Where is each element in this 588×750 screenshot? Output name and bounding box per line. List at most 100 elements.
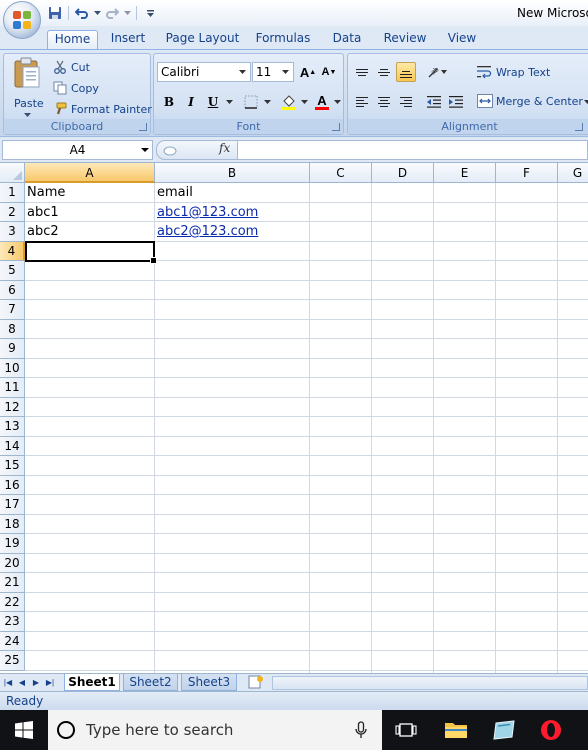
customize-toolbar-icon[interactable] bbox=[142, 5, 158, 21]
alignment-launcher-icon[interactable] bbox=[575, 123, 583, 131]
task-view-button[interactable] bbox=[382, 710, 430, 750]
taskbar-app-button[interactable] bbox=[480, 710, 528, 750]
opera-browser-button[interactable] bbox=[527, 710, 575, 750]
row-header-18[interactable]: 18 bbox=[0, 514, 25, 534]
shrink-font-button[interactable]: A ▼ bbox=[319, 62, 339, 82]
worksheet-grid[interactable]: A B C D E F G 1 2 3 4 5 6 7 8 9 10 11 12 13 14 15 16 17 1… bbox=[0, 163, 588, 673]
font-launcher-icon[interactable] bbox=[332, 123, 340, 131]
file-explorer-button[interactable] bbox=[432, 710, 480, 750]
align-right-button[interactable] bbox=[396, 92, 416, 112]
row-header-7[interactable]: 7 bbox=[0, 300, 25, 320]
align-left-button[interactable] bbox=[352, 92, 372, 112]
office-button[interactable] bbox=[3, 1, 41, 39]
taskbar-search-box[interactable]: Type here to search bbox=[48, 710, 382, 750]
decrease-indent-button[interactable] bbox=[424, 92, 444, 112]
undo-dropdown-icon[interactable] bbox=[93, 5, 101, 21]
underline-button[interactable]: U bbox=[203, 92, 223, 112]
wrap-text-button[interactable]: Wrap Text bbox=[476, 64, 586, 82]
font-color-button[interactable]: A bbox=[312, 92, 332, 112]
row-header-20[interactable]: 20 bbox=[0, 553, 25, 573]
font-color-dropdown-icon[interactable] bbox=[334, 100, 341, 105]
name-box[interactable]: A4 bbox=[2, 140, 153, 160]
prev-sheet-icon[interactable]: ◀ bbox=[17, 677, 27, 689]
start-button[interactable] bbox=[0, 710, 48, 750]
row-header-5[interactable]: 5 bbox=[0, 261, 25, 281]
formula-input[interactable] bbox=[238, 140, 588, 160]
column-header-d[interactable]: D bbox=[372, 163, 434, 183]
column-header-g[interactable]: G bbox=[558, 163, 588, 183]
row-header-23[interactable]: 23 bbox=[0, 612, 25, 632]
insert-function-icon[interactable]: fx bbox=[219, 141, 230, 155]
column-header-f[interactable]: F bbox=[496, 163, 558, 183]
redo-dropdown-icon[interactable] bbox=[123, 5, 131, 21]
row-header-12[interactable]: 12 bbox=[0, 397, 25, 417]
tab-page-layout[interactable]: Page Layout bbox=[162, 30, 243, 49]
cell-b1[interactable]: email bbox=[155, 183, 309, 202]
fill-color-dropdown-icon[interactable] bbox=[301, 100, 308, 105]
cell-a3[interactable]: abc2 bbox=[25, 222, 154, 241]
row-header-4[interactable]: 4 bbox=[0, 241, 25, 261]
name-box-arrow-icon[interactable] bbox=[141, 148, 149, 152]
sheet-tab-sheet1[interactable]: Sheet1 bbox=[64, 674, 120, 691]
undo-icon[interactable] bbox=[74, 5, 90, 21]
merge-center-button[interactable]: Merge & Center bbox=[476, 93, 588, 111]
column-header-c[interactable]: C bbox=[310, 163, 372, 183]
row-header-21[interactable]: 21 bbox=[0, 573, 25, 593]
horizontal-scrollbar[interactable] bbox=[272, 676, 588, 690]
cell-b3-link[interactable]: abc2@123.com bbox=[155, 222, 309, 241]
redo-icon[interactable] bbox=[104, 5, 120, 21]
tab-formulas[interactable]: Formulas bbox=[251, 30, 315, 49]
row-header-1[interactable]: 1 bbox=[0, 183, 25, 203]
font-size-dropdown[interactable]: 11 bbox=[252, 62, 294, 82]
insert-sheet-icon[interactable] bbox=[247, 675, 265, 689]
borders-button[interactable] bbox=[241, 92, 261, 112]
microphone-icon[interactable] bbox=[355, 721, 367, 739]
paste-button[interactable]: Paste bbox=[8, 57, 46, 119]
cell-a2[interactable]: abc1 bbox=[25, 203, 154, 222]
increase-indent-button[interactable] bbox=[446, 92, 466, 112]
tab-home[interactable]: Home bbox=[47, 30, 98, 49]
tab-view[interactable]: View bbox=[440, 30, 484, 49]
save-icon[interactable] bbox=[47, 5, 63, 21]
bottom-align-button[interactable] bbox=[396, 62, 416, 82]
cut-button[interactable]: Cut bbox=[52, 58, 142, 76]
last-sheet-icon[interactable]: ▶| bbox=[45, 677, 55, 689]
tab-data[interactable]: Data bbox=[325, 30, 369, 49]
row-header-6[interactable]: 6 bbox=[0, 280, 25, 300]
underline-dropdown-icon[interactable] bbox=[226, 100, 233, 105]
cell-a1[interactable]: Name bbox=[25, 183, 154, 202]
bold-button[interactable]: B bbox=[159, 92, 179, 112]
row-header-2[interactable]: 2 bbox=[0, 202, 25, 222]
tab-review[interactable]: Review bbox=[378, 30, 432, 49]
column-header-b[interactable]: B bbox=[155, 163, 310, 183]
borders-dropdown-icon[interactable] bbox=[264, 100, 271, 105]
middle-align-button[interactable] bbox=[374, 62, 394, 82]
next-sheet-icon[interactable]: ▶ bbox=[31, 677, 41, 689]
sheet-tab-sheet3[interactable]: Sheet3 bbox=[181, 674, 237, 691]
row-header-11[interactable]: 11 bbox=[0, 378, 25, 398]
italic-button[interactable]: I bbox=[181, 92, 201, 112]
first-sheet-icon[interactable]: |◀ bbox=[3, 677, 13, 689]
row-header-22[interactable]: 22 bbox=[0, 592, 25, 612]
copy-button[interactable]: Copy bbox=[52, 79, 142, 97]
top-align-button[interactable] bbox=[352, 62, 372, 82]
row-header-17[interactable]: 17 bbox=[0, 495, 25, 515]
row-header-25[interactable]: 25 bbox=[0, 651, 25, 671]
cell-b2-link[interactable]: abc1@123.com bbox=[155, 203, 309, 222]
fill-color-button[interactable] bbox=[279, 92, 299, 112]
row-header-15[interactable]: 15 bbox=[0, 456, 25, 476]
row-header-10[interactable]: 10 bbox=[0, 358, 25, 378]
sheet-tab-sheet2[interactable]: Sheet2 bbox=[123, 674, 178, 691]
column-header-e[interactable]: E bbox=[434, 163, 496, 183]
column-header-a[interactable]: A bbox=[25, 163, 155, 183]
clipboard-launcher-icon[interactable] bbox=[139, 123, 147, 131]
orientation-button[interactable]: ab bbox=[424, 62, 452, 82]
select-all-button[interactable] bbox=[0, 163, 25, 183]
row-header-19[interactable]: 19 bbox=[0, 534, 25, 554]
row-header-9[interactable]: 9 bbox=[0, 339, 25, 359]
row-header-8[interactable]: 8 bbox=[0, 319, 25, 339]
row-header-24[interactable]: 24 bbox=[0, 631, 25, 651]
active-cell-a4[interactable] bbox=[25, 241, 157, 264]
format-painter-button[interactable]: Format Painter bbox=[52, 100, 152, 118]
row-header-13[interactable]: 13 bbox=[0, 417, 25, 437]
